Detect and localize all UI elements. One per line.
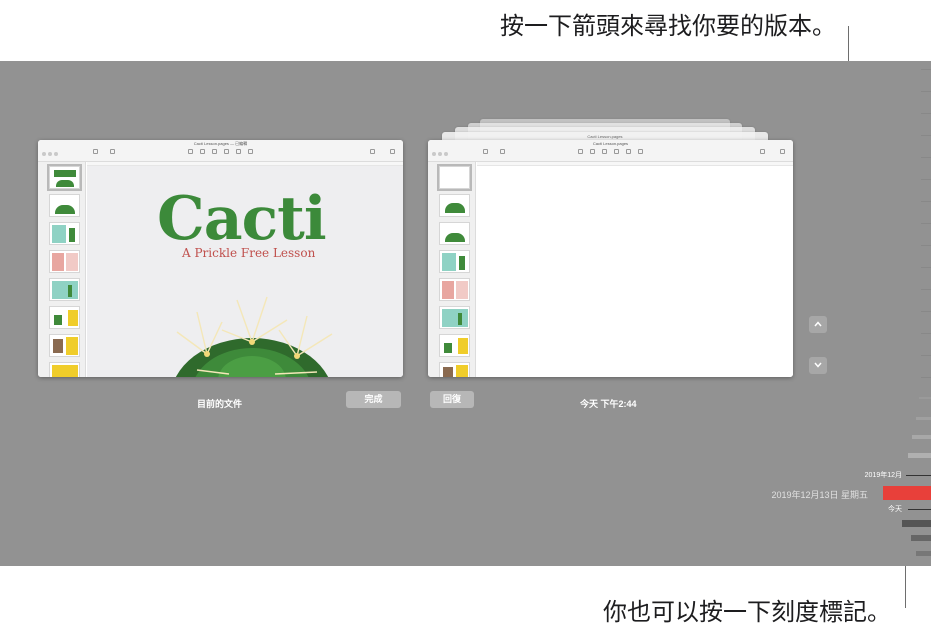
previous-version-button[interactable] — [809, 316, 827, 333]
format-icon — [760, 149, 765, 154]
timeline-date-label: 2019年12月13日 星期五 — [771, 490, 868, 500]
callout-arrows: 按一下箭頭來尋找你要的版本。 — [500, 12, 836, 40]
page-thumbnail — [49, 334, 80, 357]
page-thumbnail — [49, 194, 80, 217]
media-icon — [248, 149, 253, 154]
toolbar: Cacti Lesson.pages — [428, 140, 793, 162]
window-title: Cacti Lesson.pages — [592, 141, 629, 146]
page-thumbnail — [439, 278, 470, 301]
timeline-tick[interactable] — [921, 355, 931, 356]
timeline-tick[interactable] — [921, 157, 931, 158]
page-thumbnails — [428, 162, 476, 377]
page-thumbnail — [439, 222, 470, 245]
zoom-icon — [500, 149, 505, 154]
version-timestamp: 今天 下午2:44 — [580, 399, 637, 409]
timeline-tick[interactable] — [911, 535, 931, 541]
previous-version-window[interactable]: Cacti Lesson.pages — [428, 140, 793, 377]
page-thumbnail — [49, 362, 80, 377]
timeline-tick[interactable] — [921, 311, 931, 312]
timeline-tick[interactable] — [921, 201, 931, 202]
timeline-tick[interactable] — [921, 135, 931, 136]
versions-browser: Cacti Lesson.pages — 已編輯 Cacti A Prickle… — [0, 61, 931, 566]
page-thumbnail — [47, 164, 82, 191]
view-icon — [93, 149, 98, 154]
timeline-tick[interactable] — [912, 435, 931, 439]
page-thumbnails — [38, 162, 86, 377]
callout-ticks: 你也可以按一下刻度標記。 — [603, 598, 891, 626]
toolbar: Cacti Lesson.pages — 已編輯 — [38, 140, 403, 162]
timeline-today-label: 今天 — [888, 506, 902, 513]
window-title: Cacti Lesson.pages — 已編輯 — [193, 141, 248, 146]
current-document-label: 目前的文件 — [197, 399, 243, 409]
page-thumbnail — [49, 306, 80, 329]
timeline-tick[interactable] — [921, 267, 931, 268]
text-icon — [224, 149, 229, 154]
media-icon — [638, 149, 643, 154]
page-thumbnail — [49, 278, 80, 301]
document-icon — [780, 149, 785, 154]
document-canvas[interactable] — [477, 162, 793, 377]
page-thumbnail — [439, 194, 470, 217]
view-icon — [483, 149, 488, 154]
timeline-current-marker[interactable] — [883, 486, 931, 500]
ruler — [477, 162, 793, 166]
stack-window-title: Cacti Lesson.pages — [587, 134, 623, 139]
insert-icon — [578, 149, 583, 154]
timeline-tick[interactable] — [921, 289, 931, 290]
table-icon — [200, 149, 205, 154]
timeline-tick[interactable] — [908, 453, 931, 458]
timeline-tick[interactable] — [921, 223, 931, 224]
slide-title: Cacti — [157, 184, 327, 254]
chevron-down-icon — [814, 362, 822, 368]
page-thumbnail — [439, 362, 470, 377]
timeline-tick[interactable] — [921, 179, 931, 180]
page-thumbnail — [49, 250, 80, 273]
zoom-icon — [110, 149, 115, 154]
timeline-tick[interactable] — [906, 475, 931, 476]
restore-button[interactable]: 回復 — [430, 391, 474, 408]
timeline-tick[interactable] — [921, 333, 931, 334]
document-icon — [390, 149, 395, 154]
page-thumbnail — [439, 334, 470, 357]
next-version-button[interactable] — [809, 357, 827, 374]
page-thumbnail — [437, 164, 472, 191]
shape-icon — [236, 149, 241, 154]
current-document-window[interactable]: Cacti Lesson.pages — 已編輯 Cacti A Prickle… — [38, 140, 403, 377]
chart-icon — [602, 149, 607, 154]
timeline-tick[interactable] — [902, 520, 931, 527]
timeline-tick[interactable] — [921, 91, 931, 92]
timeline-tick[interactable] — [919, 397, 931, 399]
text-icon — [614, 149, 619, 154]
page-thumbnail — [49, 222, 80, 245]
cactus-image — [175, 296, 333, 377]
done-button[interactable]: 完成 — [346, 391, 401, 408]
slide-subtitle: A Prickle Free Lesson — [182, 246, 316, 260]
timeline-tick[interactable] — [916, 417, 931, 420]
chevron-up-icon — [814, 321, 822, 327]
table-icon — [590, 149, 595, 154]
timeline-tick[interactable] — [916, 551, 931, 556]
timeline-tick[interactable] — [921, 245, 931, 246]
ruler — [87, 162, 403, 166]
timeline-tick[interactable] — [908, 509, 931, 510]
page-thumbnail — [439, 306, 470, 329]
shape-icon — [626, 149, 631, 154]
chart-icon — [212, 149, 217, 154]
document-canvas[interactable]: Cacti A Prickle Free Lesson — [87, 162, 403, 377]
timeline-tick[interactable] — [921, 377, 931, 378]
timeline-tick[interactable] — [921, 113, 931, 114]
timeline-tick[interactable] — [921, 69, 931, 70]
insert-icon — [188, 149, 193, 154]
timeline-month-label: 2019年12月 — [864, 472, 902, 479]
page-thumbnail — [439, 250, 470, 273]
format-icon — [370, 149, 375, 154]
